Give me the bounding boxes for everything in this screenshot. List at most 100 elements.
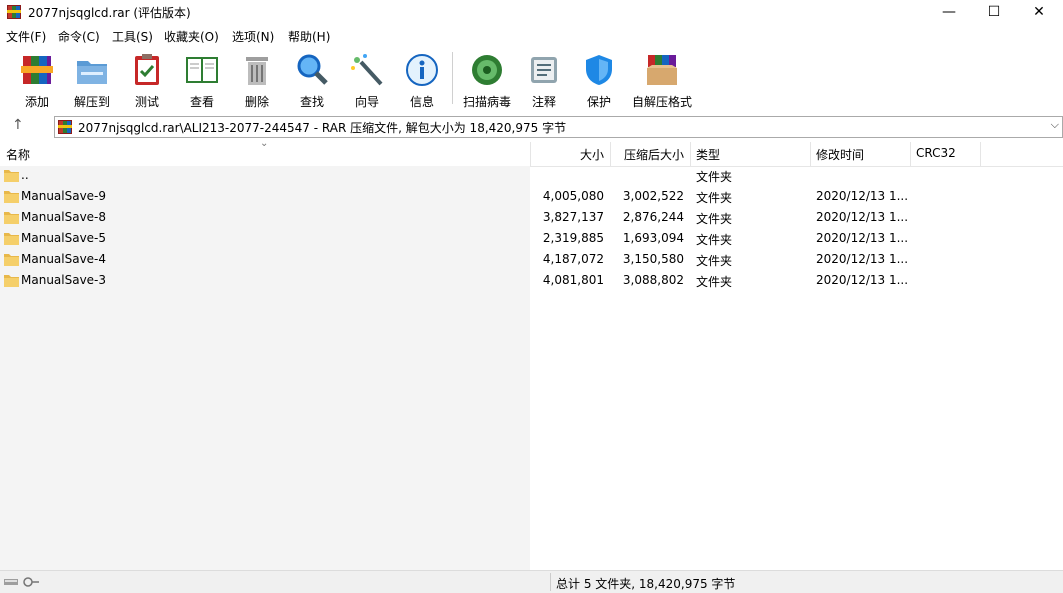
- row-packed: 3,150,580: [622, 252, 684, 266]
- protect-button[interactable]: 保护: [571, 50, 627, 110]
- info-icon: [406, 54, 438, 86]
- sfx-button[interactable]: 自解压格式: [626, 50, 698, 110]
- sort-indicator-icon: ⌄: [260, 138, 269, 149]
- status-bar: 总计 5 文件夹, 18,420,975 字节: [0, 570, 1063, 593]
- column-header: 名称 ⌄ 大小 压缩后大小 类型 修改时间 CRC32: [0, 138, 1063, 167]
- row-size: 4,005,080: [542, 189, 604, 203]
- column-type[interactable]: 类型: [696, 146, 720, 163]
- rar-archive-icon: [58, 120, 72, 134]
- window-title: 2077njsqglcd.rar (评估版本): [28, 6, 191, 20]
- table-row[interactable]: ManualSave-8 3,827,137 2,876,244 文件夹 202…: [0, 208, 1063, 229]
- up-level-button[interactable]: ↑: [12, 117, 24, 133]
- comment-button[interactable]: 注释: [516, 50, 572, 110]
- protect-label: 保护: [586, 95, 611, 109]
- row-packed: 1,693,094: [622, 231, 684, 245]
- drive-key-icon[interactable]: [4, 576, 40, 588]
- add-button[interactable]: 添加: [9, 50, 65, 110]
- column-divider[interactable]: [530, 142, 531, 166]
- menu-options[interactable]: 选项(N): [232, 28, 274, 45]
- folder-icon: [4, 233, 19, 245]
- column-size[interactable]: 大小: [540, 146, 604, 163]
- row-modified: 2020/12/13 1...: [816, 273, 909, 287]
- row-type: 文件夹: [696, 233, 733, 247]
- row-type: 文件夹: [696, 254, 733, 268]
- row-name: ManualSave-9: [21, 189, 107, 203]
- add-label: 添加: [24, 95, 49, 109]
- row-packed: 3,088,802: [622, 273, 684, 287]
- menu-favorites[interactable]: 收藏夹(O): [164, 28, 219, 45]
- address-dropdown-icon[interactable]: ⌵: [1051, 118, 1059, 132]
- column-modified[interactable]: 修改时间: [816, 146, 864, 163]
- delete-label: 删除: [244, 95, 269, 109]
- status-divider: [550, 573, 551, 591]
- row-size: 2,319,885: [542, 231, 604, 245]
- view-button[interactable]: 查看: [174, 50, 230, 110]
- column-divider[interactable]: [980, 142, 981, 166]
- row-name: ManualSave-3: [21, 273, 107, 287]
- maximize-button[interactable]: ☐: [971, 0, 1017, 24]
- folder-icon: [4, 254, 19, 266]
- folder-icon: [4, 275, 19, 287]
- row-type: 文件夹: [696, 212, 733, 226]
- virus-scan-button[interactable]: 扫描病毒: [459, 50, 515, 110]
- toolbar: 添加 解压到 测试 查看 删除 查找 向导 信息 扫描病毒 注释 保护 自解压格…: [0, 46, 1063, 112]
- column-divider[interactable]: [810, 142, 811, 166]
- test-button[interactable]: 测试: [119, 50, 175, 110]
- row-size: 4,081,801: [542, 273, 604, 287]
- test-clipboard-icon: [135, 54, 159, 85]
- shield-icon: [586, 55, 612, 85]
- status-summary: 总计 5 文件夹, 18,420,975 字节: [556, 577, 736, 591]
- info-label: 信息: [409, 95, 434, 109]
- row-name: ManualSave-5: [21, 231, 107, 245]
- view-book-icon: [186, 57, 218, 83]
- column-divider[interactable]: [690, 142, 691, 166]
- close-button[interactable]: ✕: [1016, 0, 1062, 24]
- menu-file[interactable]: 文件(F): [6, 28, 46, 45]
- menu-help[interactable]: 帮助(H): [288, 28, 330, 45]
- column-name[interactable]: 名称: [6, 146, 30, 163]
- wizard-button[interactable]: 向导: [339, 50, 395, 110]
- row-packed: 3,002,522: [622, 189, 684, 203]
- column-packed-size[interactable]: 压缩后大小: [624, 146, 684, 163]
- table-row[interactable]: ManualSave-3 4,081,801 3,088,802 文件夹 202…: [0, 271, 1063, 292]
- view-label: 查看: [189, 95, 214, 109]
- column-divider[interactable]: [910, 142, 911, 166]
- extract-to-label: 解压到: [73, 95, 110, 109]
- address-row: ↑ 2077njsqglcd.rar\ALI213-2077-244547 - …: [0, 114, 1063, 140]
- menu-commands[interactable]: 命令(C): [58, 28, 100, 45]
- address-bar[interactable]: 2077njsqglcd.rar\ALI213-2077-244547 - RA…: [54, 116, 1063, 138]
- title-bar: 2077njsqglcd.rar (评估版本) — ☐ ✕: [0, 0, 1063, 24]
- wizard-label: 向导: [354, 95, 379, 109]
- row-size: 3,827,137: [542, 210, 604, 224]
- comment-icon: [531, 57, 557, 83]
- folder-icon: [4, 170, 19, 182]
- column-divider[interactable]: [610, 142, 611, 166]
- column-crc32[interactable]: CRC32: [916, 146, 956, 160]
- table-row[interactable]: ManualSave-4 4,187,072 3,150,580 文件夹 202…: [0, 250, 1063, 271]
- add-archive-icon: [21, 56, 53, 84]
- find-button[interactable]: 查找: [284, 50, 340, 110]
- menu-tools[interactable]: 工具(S): [112, 28, 153, 45]
- trash-icon: [246, 57, 268, 85]
- row-modified: 2020/12/13 1...: [816, 231, 909, 245]
- winrar-app-icon: [7, 5, 21, 19]
- minimize-button[interactable]: —: [926, 0, 972, 24]
- delete-button[interactable]: 删除: [229, 50, 285, 110]
- extract-folder-icon: [77, 61, 107, 84]
- address-path: 2077njsqglcd.rar\ALI213-2077-244547 - RA…: [78, 121, 567, 135]
- row-name: ManualSave-8: [21, 210, 107, 224]
- table-row[interactable]: ManualSave-9 4,005,080 3,002,522 文件夹 202…: [0, 187, 1063, 208]
- row-type: 文件夹: [696, 191, 733, 205]
- extract-to-button[interactable]: 解压到: [64, 50, 120, 110]
- toolbar-separator: [452, 52, 453, 104]
- virus-scan-icon: [472, 55, 502, 85]
- folder-icon: [4, 191, 19, 203]
- magnifier-icon: [297, 54, 328, 85]
- test-label: 测试: [134, 95, 159, 109]
- sfx-label: 自解压格式: [631, 95, 692, 109]
- table-row[interactable]: ManualSave-5 2,319,885 1,693,094 文件夹 202…: [0, 229, 1063, 250]
- menu-bar: 文件(F) 命令(C) 工具(S) 收藏夹(O) 选项(N) 帮助(H): [0, 26, 1063, 46]
- table-row-parent[interactable]: .. 文件夹: [0, 166, 1063, 187]
- info-button[interactable]: 信息: [394, 50, 450, 110]
- row-type: 文件夹: [696, 275, 733, 289]
